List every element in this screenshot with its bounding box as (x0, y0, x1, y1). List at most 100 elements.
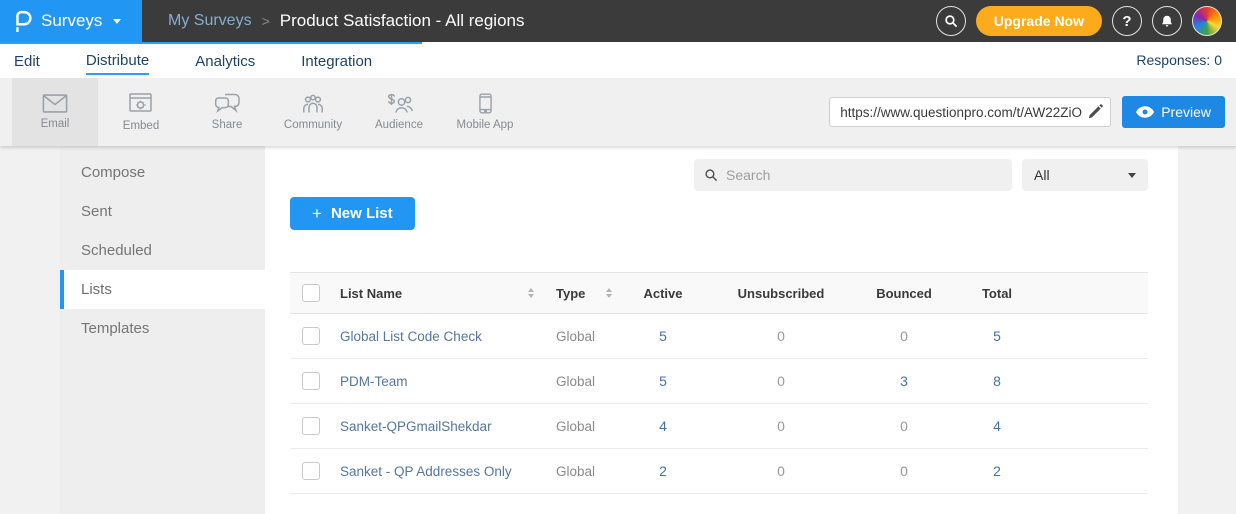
list-type: Global (542, 329, 620, 344)
tab-distribute[interactable]: Distribute (86, 46, 149, 75)
toolbar-right: Preview (829, 78, 1236, 146)
unsubscribed-count[interactable]: 0 (706, 328, 856, 344)
mobile-app-icon (479, 93, 492, 114)
eye-icon (1136, 106, 1154, 118)
table-header-row: List Name Type Active Unsubscribed Bounc… (290, 272, 1148, 314)
total-count[interactable]: 4 (952, 418, 1042, 434)
app-window: Surveys My Surveys > Product Satisfactio… (0, 0, 1236, 514)
survey-nav: Edit Distribute Analytics Integration Re… (0, 42, 1236, 78)
new-list-button[interactable]: + New List (290, 197, 415, 230)
row-checkbox[interactable] (302, 327, 320, 345)
search-button[interactable] (936, 6, 966, 36)
toolbar-tab-email[interactable]: Email (12, 78, 98, 146)
responses-count: Responses: 0 (1136, 52, 1222, 68)
community-icon (299, 93, 327, 114)
embed-icon (129, 93, 153, 115)
bounced-count[interactable]: 0 (856, 463, 952, 479)
unsubscribed-count[interactable]: 0 (706, 373, 856, 389)
breadcrumb-separator: > (262, 13, 270, 29)
breadcrumb-my-surveys[interactable]: My Surveys (168, 12, 252, 30)
unsubscribed-count[interactable]: 0 (706, 463, 856, 479)
tab-edit[interactable]: Edit (14, 47, 40, 74)
search-input[interactable] (726, 167, 1002, 183)
column-header-bounced: Bounced (856, 286, 952, 301)
row-checkbox[interactable] (302, 372, 320, 390)
chevron-down-icon (1128, 173, 1136, 178)
tab-analytics[interactable]: Analytics (195, 47, 255, 74)
unsubscribed-count[interactable]: 0 (706, 418, 856, 434)
sort-list-name-icon[interactable] (528, 288, 534, 298)
list-name-link[interactable]: Global List Code Check (330, 329, 542, 344)
bell-icon (1160, 14, 1174, 28)
toolbar-tab-embed[interactable]: Embed (98, 78, 184, 146)
column-header-active: Active (620, 286, 706, 301)
search-icon (704, 168, 718, 182)
list-name-link[interactable]: Sanket-QPGmailShekdar (330, 419, 542, 434)
active-count[interactable]: 5 (620, 373, 706, 389)
product-switcher[interactable]: Surveys (0, 0, 142, 42)
column-header-total: Total (952, 286, 1042, 301)
bounced-count[interactable]: 0 (856, 328, 952, 344)
lists-table: List Name Type Active Unsubscribed Bounc… (290, 272, 1148, 494)
column-header-unsubscribed: Unsubscribed (706, 286, 856, 301)
toolbar-tab-audience[interactable]: Audience (356, 78, 442, 146)
toolbar-tab-mobile-app[interactable]: Mobile App (442, 78, 528, 146)
loading-progress-bar (0, 42, 422, 44)
help-button[interactable]: ? (1112, 6, 1142, 36)
email-sidebar: Compose Sent Scheduled Lists Templates (60, 146, 265, 514)
share-icon (214, 93, 241, 114)
email-icon (42, 94, 68, 113)
header-actions: Upgrade Now ? (936, 6, 1236, 36)
email-panel: Compose Sent Scheduled Lists Templates A… (60, 146, 1178, 514)
edit-url-pencil-icon[interactable] (1087, 103, 1105, 121)
notifications-button[interactable] (1152, 6, 1182, 36)
sidebar-item-lists[interactable]: Lists (60, 270, 265, 309)
active-count[interactable]: 4 (620, 418, 706, 434)
top-header: Surveys My Surveys > Product Satisfactio… (0, 0, 1236, 42)
sort-type-icon[interactable] (606, 288, 612, 298)
plus-icon: + (312, 204, 322, 224)
upgrade-button[interactable]: Upgrade Now (976, 6, 1102, 36)
filter-selected-value: All (1034, 167, 1050, 183)
active-count[interactable]: 5 (620, 328, 706, 344)
bounced-count[interactable]: 0 (856, 418, 952, 434)
select-all-checkbox[interactable] (302, 284, 320, 302)
tab-integration[interactable]: Integration (301, 47, 372, 74)
product-name: Surveys (41, 11, 102, 31)
row-checkbox[interactable] (302, 417, 320, 435)
search-icon (944, 14, 958, 28)
sidebar-item-sent[interactable]: Sent (60, 192, 265, 231)
distribute-toolbar: Email Embed Share Community Audience (0, 78, 1236, 146)
list-type: Global (542, 419, 620, 434)
table-row: Sanket - QP Addresses Only Global 2 0 0 … (290, 449, 1148, 494)
column-header-list-name: List Name (330, 286, 542, 301)
toolbar-tab-share[interactable]: Share (184, 78, 270, 146)
total-count[interactable]: 2 (952, 463, 1042, 479)
sidebar-item-compose[interactable]: Compose (60, 153, 265, 192)
table-row: Sanket-QPGmailShekdar Global 4 0 0 4 (290, 404, 1148, 449)
row-checkbox[interactable] (302, 462, 320, 480)
total-count[interactable]: 8 (952, 373, 1042, 389)
list-filter-dropdown[interactable]: All (1022, 159, 1148, 191)
list-name-link[interactable]: PDM-Team (330, 374, 542, 389)
user-avatar[interactable] (1192, 6, 1222, 36)
chevron-down-icon (113, 19, 121, 24)
search-box (694, 159, 1012, 191)
sidebar-item-templates[interactable]: Templates (60, 309, 265, 348)
total-count[interactable]: 5 (952, 328, 1042, 344)
preview-button[interactable]: Preview (1122, 96, 1225, 128)
page-body: Compose Sent Scheduled Lists Templates A… (0, 146, 1236, 514)
toolbar-tab-community[interactable]: Community (270, 78, 356, 146)
sidebar-item-scheduled[interactable]: Scheduled (60, 231, 265, 270)
list-type: Global (542, 374, 620, 389)
audience-icon (385, 93, 413, 114)
active-count[interactable]: 2 (620, 463, 706, 479)
table-row: Global List Code Check Global 5 0 0 5 (290, 314, 1148, 359)
questionpro-logo-icon (12, 10, 32, 32)
list-type: Global (542, 464, 620, 479)
breadcrumb: My Surveys > Product Satisfaction - All … (168, 11, 525, 31)
list-name-link[interactable]: Sanket - QP Addresses Only (330, 464, 542, 479)
filter-row: All (290, 159, 1148, 191)
bounced-count[interactable]: 3 (856, 373, 952, 389)
survey-url-input[interactable] (829, 97, 1111, 127)
